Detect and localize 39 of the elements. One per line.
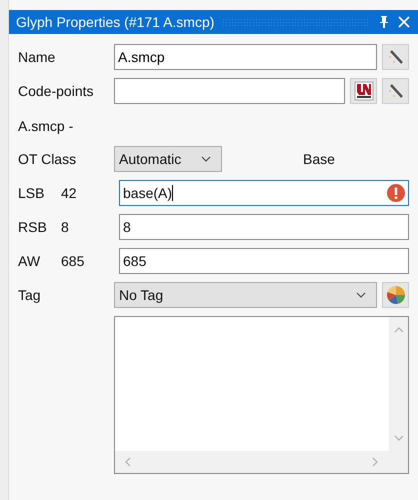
metric-field[interactable]: 8 — [119, 214, 409, 240]
pin-icon[interactable] — [378, 15, 390, 29]
wand-icon — [386, 82, 404, 100]
tag-dropdown[interactable]: No Tag — [114, 282, 377, 308]
wand-button[interactable] — [382, 44, 409, 70]
note-area[interactable] — [114, 316, 409, 474]
metric-reading: 42 — [61, 185, 78, 201]
metric-label: LSB — [18, 185, 46, 201]
scroll-up-icon[interactable] — [394, 327, 404, 333]
metric-label: RSB — [18, 219, 48, 235]
wand-icon — [386, 48, 404, 66]
unicode-logo-icon — [354, 81, 374, 101]
chevron-down-icon — [356, 292, 366, 298]
name-field[interactable]: A.smcp — [114, 44, 377, 70]
vertical-scrollbar[interactable] — [389, 317, 408, 451]
metric-field[interactable]: base(A) — [119, 180, 409, 206]
field-label: Code-points — [18, 83, 94, 99]
metric-field[interactable]: 685 — [119, 248, 409, 274]
close-icon[interactable] — [398, 16, 410, 28]
chevron-down-icon — [201, 156, 211, 162]
metric-label: AW — [18, 253, 42, 269]
code-points-field[interactable] — [114, 78, 345, 104]
metric-reading: 685 — [61, 253, 86, 269]
scroll-right-icon[interactable] — [372, 457, 378, 467]
ot-class-dropdown[interactable]: Automatic — [114, 146, 222, 172]
wand-button[interactable] — [382, 78, 409, 104]
ot-class-result: Base — [303, 151, 335, 167]
field-label: OT Class — [18, 151, 78, 167]
scroll-down-icon[interactable] — [394, 435, 404, 441]
scroll-left-icon[interactable] — [125, 457, 131, 467]
horizontal-scrollbar[interactable] — [115, 451, 408, 473]
color-wheel-button[interactable] — [382, 282, 409, 308]
color-wheel-icon — [386, 285, 406, 305]
field-label: Name — [18, 49, 56, 65]
window-title: Glyph Properties (#171 A.smcp) — [16, 14, 214, 30]
field-label: Tag — [18, 287, 42, 303]
glyph-summary: A.smcp - — [18, 118, 74, 134]
metric-reading: 8 — [61, 219, 70, 235]
unicode-button[interactable] — [350, 78, 377, 104]
